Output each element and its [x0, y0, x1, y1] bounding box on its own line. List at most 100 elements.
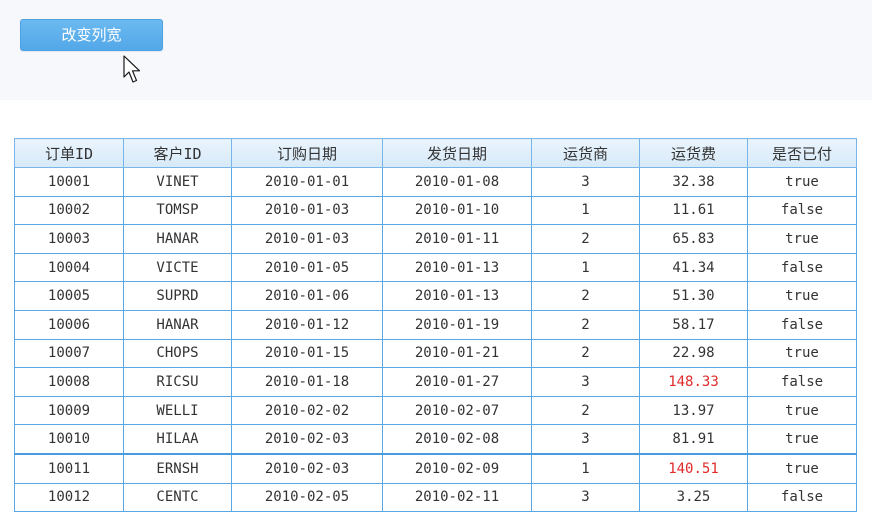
cell-order-id: 10002	[14, 195, 124, 226]
cell-freight: 51.30	[639, 281, 748, 311]
cell-order-id: 10006	[14, 309, 124, 340]
cell-freight: 58.17	[639, 309, 748, 340]
change-column-width-button[interactable]: 改变列宽	[20, 19, 163, 51]
cell-order-id: 10003	[14, 224, 124, 254]
cell-order-date: 2010-01-15	[231, 338, 383, 369]
cell-customer-id: HILAA	[123, 424, 232, 455]
cell-ship-date: 2010-02-11	[382, 482, 532, 512]
mouse-pointer-icon	[123, 55, 141, 83]
cell-order-date: 2010-02-03	[231, 452, 383, 484]
cell-order-id: 10008	[14, 367, 124, 397]
cell-order-id: 10005	[14, 281, 124, 311]
cell-shipper: 1	[531, 452, 640, 484]
cell-customer-id: RICSU	[123, 367, 232, 397]
cell-ship-date: 2010-02-09	[382, 452, 532, 484]
cell-customer-id: TOMSP	[123, 195, 232, 226]
cell-shipper: 3	[531, 424, 640, 455]
column-header-order-id[interactable]: 订单ID	[14, 138, 124, 168]
column-header-shipper[interactable]: 运货商	[531, 138, 640, 168]
cell-paid: true	[747, 338, 857, 369]
cell-paid: false	[747, 195, 857, 226]
cell-customer-id: CHOPS	[123, 338, 232, 369]
cell-ship-date: 2010-01-08	[382, 167, 532, 197]
table-row[interactable]: 10006 HANAR 2010-01-12 2010-01-19 2 58.17 fals…	[14, 309, 857, 340]
cell-order-id: 10010	[14, 424, 124, 455]
cell-shipper: 2	[531, 224, 640, 254]
cell-freight: 140.51	[639, 452, 748, 484]
cell-paid: false	[747, 252, 857, 283]
cell-order-date: 2010-01-12	[231, 309, 383, 340]
cell-shipper: 1	[531, 195, 640, 226]
cell-paid: false	[747, 482, 857, 512]
table-row[interactable]: 10007 CHOPS 2010-01-15 2010-01-21 2 22.98 true	[14, 338, 857, 369]
table-body: 10001 VINET 2010-01-01 2010-01-08 3 32.38 true…	[14, 167, 857, 512]
cell-ship-date: 2010-01-11	[382, 224, 532, 254]
cell-ship-date: 2010-01-19	[382, 309, 532, 340]
cell-shipper: 2	[531, 281, 640, 311]
table-header-row: 订单ID 客户ID 订购日期 发货日期 运货商 运货费 是否已付	[14, 138, 857, 168]
table-row[interactable]: 10011 ERNSH 2010-02-03 2010-02-09 1 140.51 tru…	[14, 452, 857, 484]
column-header-customer-id[interactable]: 客户ID	[123, 138, 232, 168]
cell-paid: true	[747, 224, 857, 254]
cell-ship-date: 2010-01-13	[382, 281, 532, 311]
table-row[interactable]: 10009 WELLI 2010-02-02 2010-02-07 2 13.97 true	[14, 395, 857, 426]
cell-freight: 81.91	[639, 424, 748, 455]
cell-order-date: 2010-01-05	[231, 252, 383, 283]
orders-table: 订单ID 客户ID 订购日期 发货日期 运货商 运货费 是否已付 10001 VI…	[14, 138, 857, 512]
toolbar-panel: 改变列宽	[0, 0, 872, 100]
cell-paid: true	[747, 452, 857, 484]
cell-ship-date: 2010-01-21	[382, 338, 532, 369]
cell-order-date: 2010-01-06	[231, 281, 383, 311]
cell-customer-id: VICTE	[123, 252, 232, 283]
cell-paid: true	[747, 281, 857, 311]
cell-shipper: 3	[531, 367, 640, 397]
column-header-order-date[interactable]: 订购日期	[231, 138, 383, 168]
column-header-ship-date[interactable]: 发货日期	[382, 138, 532, 168]
cell-freight: 32.38	[639, 167, 748, 197]
cell-order-id: 10011	[14, 452, 124, 484]
cell-customer-id: VINET	[123, 167, 232, 197]
cell-freight: 65.83	[639, 224, 748, 254]
cell-ship-date: 2010-01-27	[382, 367, 532, 397]
cell-order-date: 2010-02-02	[231, 395, 383, 426]
cell-paid: false	[747, 309, 857, 340]
cell-freight: 13.97	[639, 395, 748, 426]
cell-customer-id: ERNSH	[123, 452, 232, 484]
table-row[interactable]: 10008 RICSU 2010-01-18 2010-01-27 3 148.33 fal…	[14, 367, 857, 397]
cell-shipper: 3	[531, 482, 640, 512]
table-row[interactable]: 10012 CENTC 2010-02-05 2010-02-11 3 3.25 false	[14, 482, 857, 512]
cell-order-date: 2010-01-01	[231, 167, 383, 197]
column-header-paid[interactable]: 是否已付	[747, 138, 857, 168]
table-row[interactable]: 10005 SUPRD 2010-01-06 2010-01-13 2 51.30 true	[14, 281, 857, 311]
table-row[interactable]: 10010 HILAA 2010-02-03 2010-02-08 3 81.91 true	[14, 424, 857, 455]
cell-order-date: 2010-01-03	[231, 224, 383, 254]
cell-freight: 148.33	[639, 367, 748, 397]
table-row[interactable]: 10003 HANAR 2010-01-03 2010-01-11 2 65.83 true	[14, 224, 857, 254]
cell-shipper: 2	[531, 309, 640, 340]
cell-shipper: 2	[531, 338, 640, 369]
table-row[interactable]: 10004 VICTE 2010-01-05 2010-01-13 1 41.34 fals…	[14, 252, 857, 283]
cell-paid: true	[747, 395, 857, 426]
cell-ship-date: 2010-02-07	[382, 395, 532, 426]
cell-order-id: 10009	[14, 395, 124, 426]
table-row[interactable]: 10001 VINET 2010-01-01 2010-01-08 3 32.38 true	[14, 167, 857, 197]
cell-freight: 41.34	[639, 252, 748, 283]
cell-order-id: 10012	[14, 482, 124, 512]
cell-order-id: 10004	[14, 252, 124, 283]
cell-order-id: 10001	[14, 167, 124, 197]
cell-customer-id: HANAR	[123, 224, 232, 254]
cell-order-date: 2010-01-18	[231, 367, 383, 397]
cell-freight: 3.25	[639, 482, 748, 512]
cell-shipper: 2	[531, 395, 640, 426]
cell-shipper: 1	[531, 252, 640, 283]
cell-order-date: 2010-02-03	[231, 424, 383, 455]
cell-ship-date: 2010-02-08	[382, 424, 532, 455]
cell-paid: true	[747, 424, 857, 455]
cell-freight: 11.61	[639, 195, 748, 226]
cell-customer-id: SUPRD	[123, 281, 232, 311]
cell-paid: true	[747, 167, 857, 197]
column-header-freight[interactable]: 运货费	[639, 138, 748, 168]
cell-ship-date: 2010-01-13	[382, 252, 532, 283]
cell-customer-id: CENTC	[123, 482, 232, 512]
table-row[interactable]: 10002 TOMSP 2010-01-03 2010-01-10 1 11.61 fals…	[14, 195, 857, 226]
